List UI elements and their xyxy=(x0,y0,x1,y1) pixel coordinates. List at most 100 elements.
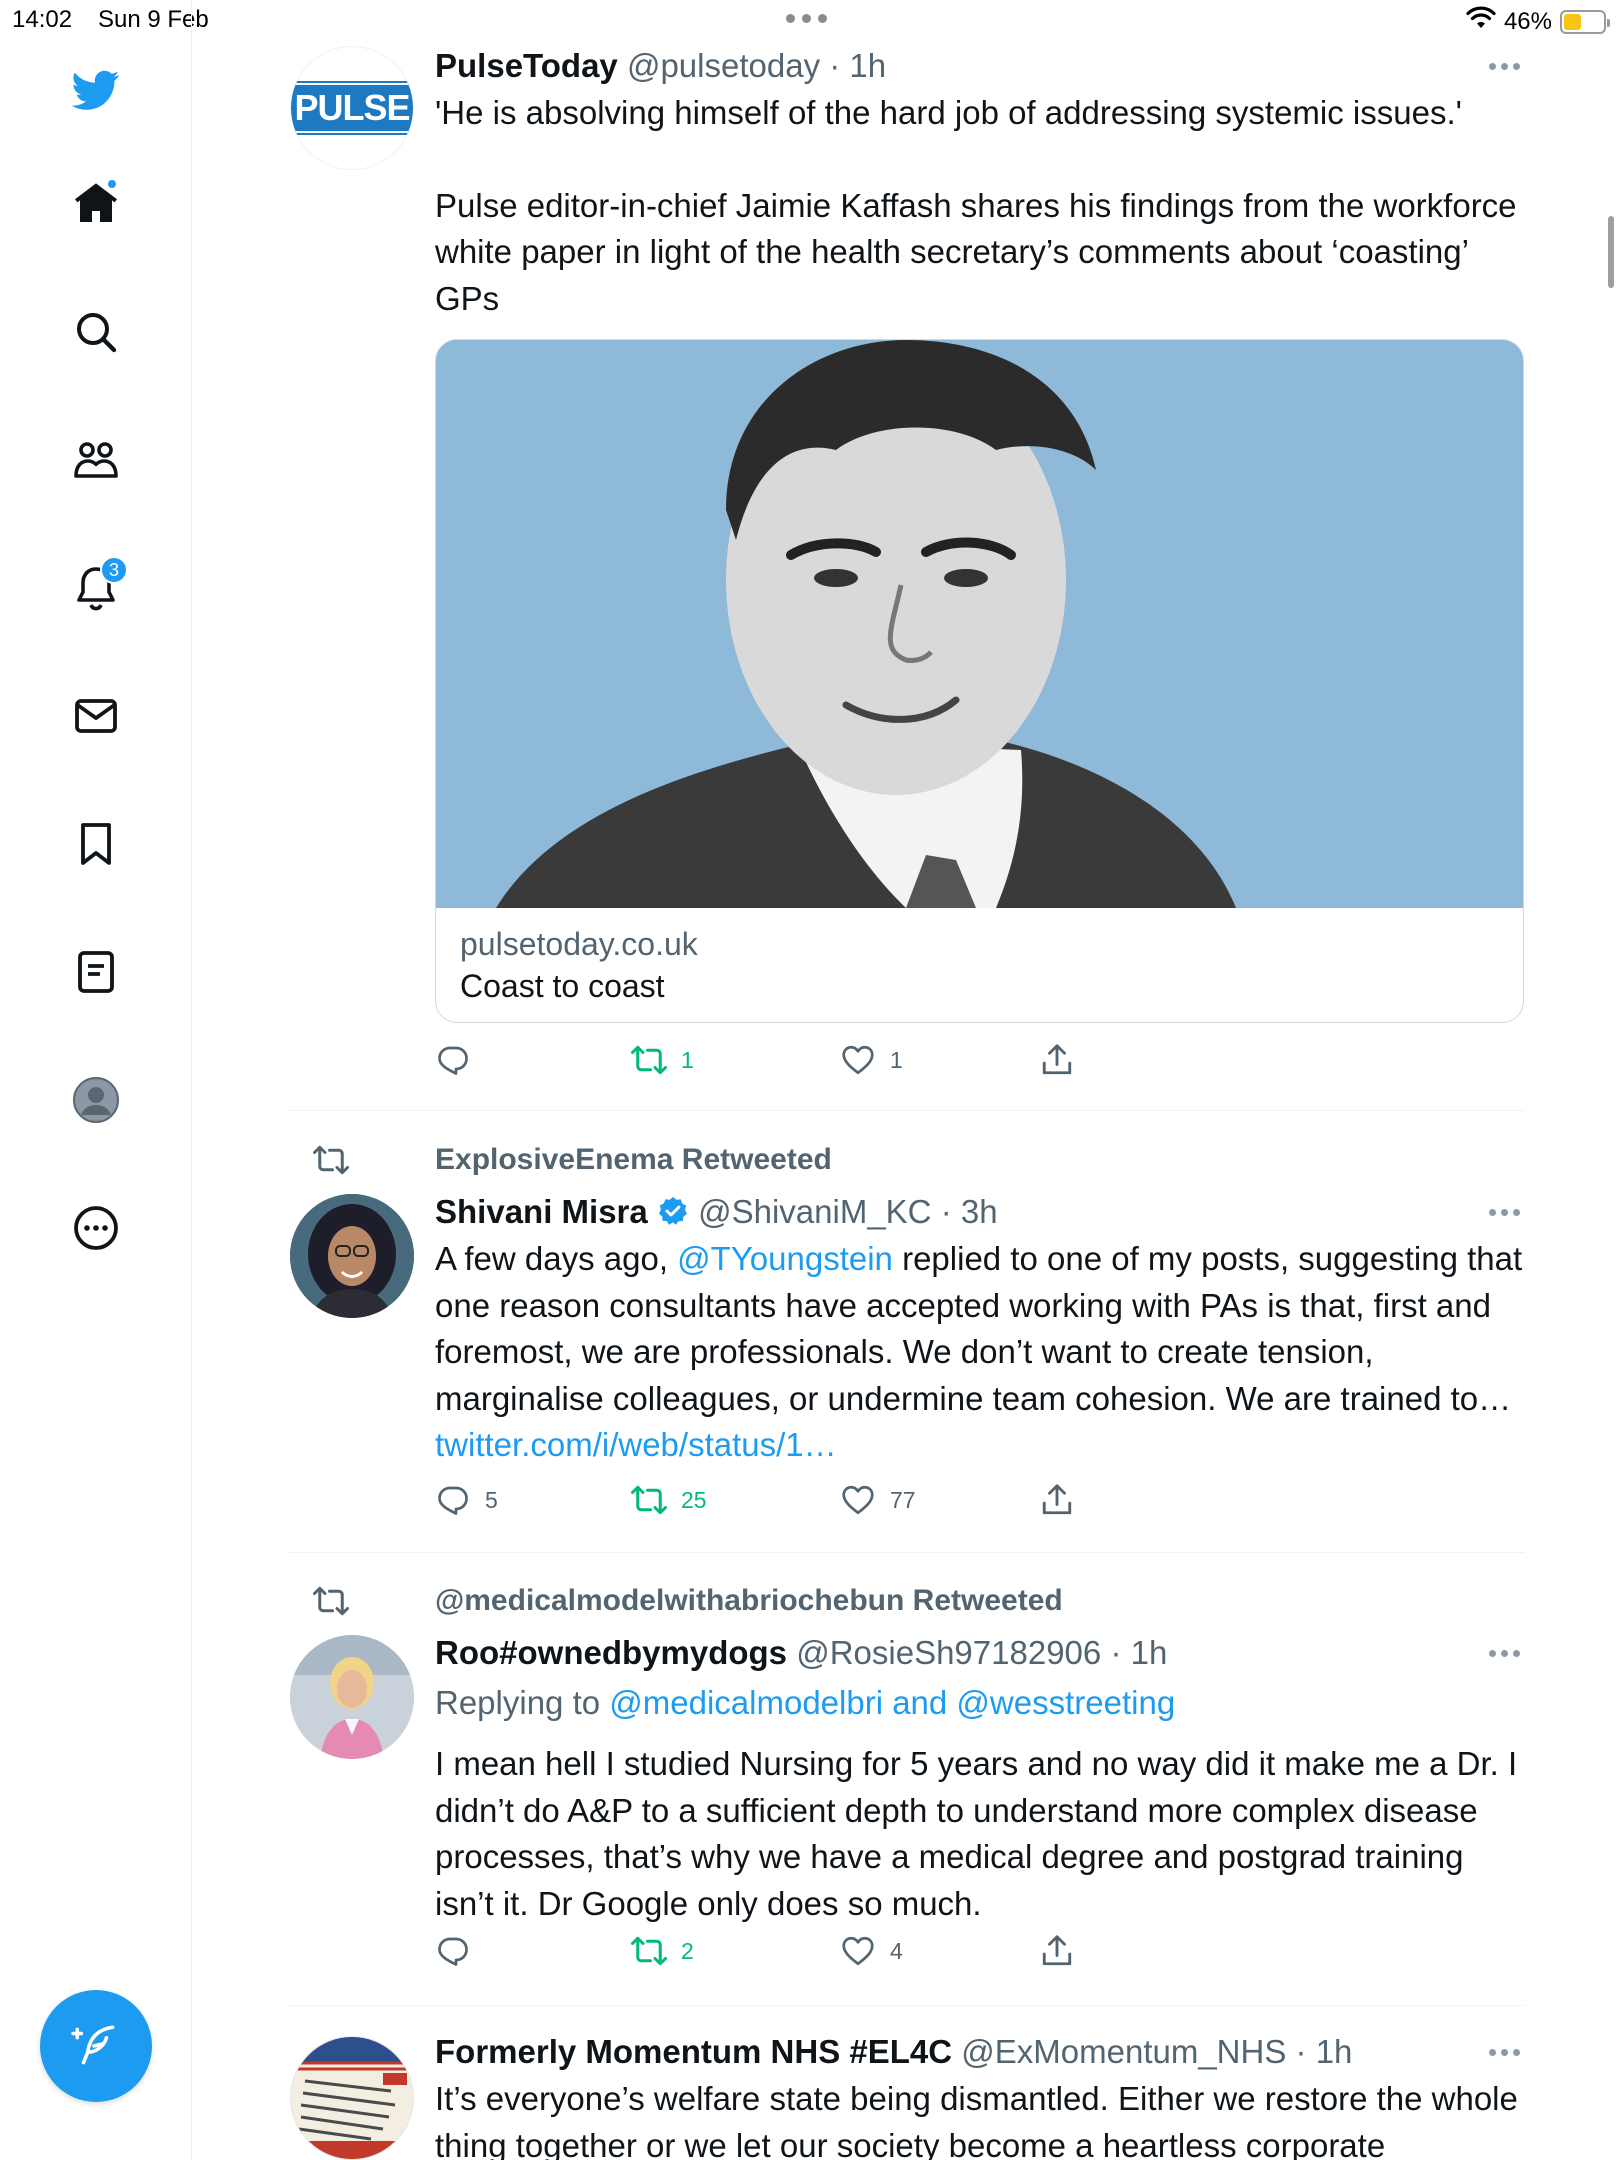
like-count: 1 xyxy=(890,1046,903,1073)
link-card[interactable]: pulsetoday.co.uk Coast to coast xyxy=(435,339,1524,1023)
more-options-icon[interactable] xyxy=(66,1198,126,1258)
tweet-text: Pulse editor-in-chief Jaimie Kaffash sha… xyxy=(435,186,1517,317)
timestamp[interactable]: · 1h xyxy=(1110,1634,1167,1671)
timestamp[interactable]: · 1h xyxy=(829,47,886,84)
wifi-icon xyxy=(1466,6,1496,37)
username[interactable]: @ExMomentum_NHS xyxy=(961,2033,1286,2070)
status-link[interactable]: twitter.com/i/web/status/1… xyxy=(435,1426,837,1463)
display-name[interactable]: Roo#ownedbymydogs xyxy=(435,1634,787,1671)
like-count: 4 xyxy=(890,1937,903,1964)
avatar[interactable] xyxy=(290,1635,414,1759)
lists-icon[interactable] xyxy=(66,942,126,1002)
reply-button[interactable] xyxy=(435,1933,485,1969)
timestamp[interactable]: · 1h xyxy=(1296,2033,1353,2070)
retweet-button[interactable]: 2 xyxy=(631,1933,694,1969)
retweet-button[interactable]: 25 xyxy=(631,1482,707,1518)
retweet-button[interactable]: 1 xyxy=(631,1042,694,1078)
share-icon xyxy=(1042,1044,1072,1075)
retweet-small-icon xyxy=(313,1145,349,1175)
share-button[interactable] xyxy=(1039,1933,1075,1969)
reply-icon xyxy=(438,1486,468,1515)
battery-percent: 46% xyxy=(1503,7,1552,35)
retweet-count: 1 xyxy=(681,1046,694,1073)
reply-count: 5 xyxy=(485,1486,498,1513)
replying-to: Replying to @medicalmodelbri and @wesstr… xyxy=(435,1681,1524,1725)
timestamp[interactable]: · 3h xyxy=(941,1193,998,1230)
display-name[interactable]: Formerly Momentum NHS #EL4C xyxy=(435,2033,952,2070)
share-icon xyxy=(1042,1935,1072,1966)
communities-icon[interactable] xyxy=(66,430,126,490)
tweet-text: 'He is absolving himself of the hard job… xyxy=(435,94,1462,131)
retweet-context: ExplosiveEnema Retweeted xyxy=(313,1140,832,1180)
feather-icon xyxy=(71,2025,115,2065)
avatar[interactable] xyxy=(290,1194,414,1318)
retweet-icon xyxy=(631,1485,667,1515)
share-button[interactable] xyxy=(1039,1042,1075,1078)
tweet-text: I mean hell I studied Nursing for 5 year… xyxy=(435,1745,1518,1922)
mention-link[interactable]: @TYoungstein xyxy=(677,1240,893,1277)
tweet-text-part: A few days ago, xyxy=(435,1240,678,1277)
display-name[interactable]: Shivani Misra xyxy=(435,1193,648,1230)
avatar[interactable] xyxy=(290,2036,414,2160)
battery-icon xyxy=(1560,9,1610,34)
tweet-divider xyxy=(290,1110,1524,1111)
status-bar: 14:02 Sun 9 Feb 46% xyxy=(0,0,1620,40)
reply-icon xyxy=(438,1937,468,1966)
tweet-actions: 1 1 xyxy=(435,1042,1155,1082)
messages-envelope-icon[interactable] xyxy=(66,686,126,746)
avatar-logo-text: PULSE xyxy=(291,81,413,135)
heart-icon xyxy=(842,1485,874,1515)
retweeted-by-text[interactable]: @medicalmodelwithabriochebun Retweeted xyxy=(435,1584,1063,1617)
reply-button[interactable] xyxy=(435,1042,485,1078)
avatar-photo xyxy=(290,1635,414,1759)
home-icon[interactable] xyxy=(66,174,126,234)
share-button[interactable] xyxy=(1039,1482,1075,1518)
retweeted-by-text[interactable]: ExplosiveEnema Retweeted xyxy=(435,1143,832,1176)
replying-to-link[interactable]: @medicalmodelbri and @wesstreeting xyxy=(609,1684,1175,1721)
username[interactable]: @ShivaniM_KC xyxy=(698,1193,931,1230)
search-icon[interactable] xyxy=(66,302,126,362)
profile-avatar-icon[interactable] xyxy=(66,1070,126,1130)
share-icon xyxy=(1042,1484,1072,1515)
heart-icon xyxy=(842,1936,874,1966)
verified-badge-icon xyxy=(658,1197,687,1225)
display-name[interactable]: PulseToday xyxy=(435,47,618,84)
more-menu-icon[interactable] xyxy=(1484,46,1524,86)
card-title: Coast to coast xyxy=(460,968,665,1004)
replying-label: Replying to xyxy=(435,1684,610,1721)
retweet-small-icon xyxy=(313,1586,349,1616)
more-menu-icon[interactable] xyxy=(1484,1192,1524,1232)
tweet-text: A few days ago, @TYoungstein replied to … xyxy=(435,1236,1524,1469)
tweet-header: Roo#ownedbymydogs @RosieSh97182906 · 1h xyxy=(435,1631,1524,1675)
like-button[interactable]: 4 xyxy=(840,1933,903,1969)
tweet-actions: 5 25 77 xyxy=(435,1482,1155,1522)
reply-icon xyxy=(438,1046,468,1075)
twitter-logo-icon[interactable] xyxy=(66,60,126,120)
tweet-text: It’s everyone’s welfare state being dism… xyxy=(435,2080,1518,2160)
retweet-count: 25 xyxy=(681,1486,707,1513)
tweet-actions: 2 4 xyxy=(435,1933,1155,1973)
username[interactable]: @RosieSh97182906 xyxy=(796,1634,1101,1671)
sidebar: 3 xyxy=(0,0,192,2160)
bookmarks-icon[interactable] xyxy=(66,814,126,874)
multitasking-dots-icon[interactable] xyxy=(786,14,827,23)
scrollbar-thumb[interactable] xyxy=(1608,216,1614,288)
avatar[interactable]: PULSE xyxy=(290,46,414,170)
card-domain: pulsetoday.co.uk xyxy=(460,926,698,962)
retweet-context: @medicalmodelwithabriochebun Retweeted xyxy=(313,1581,1063,1621)
notifications-bell-icon[interactable]: 3 xyxy=(66,556,128,618)
more-menu-icon[interactable] xyxy=(1484,2032,1524,2072)
more-menu-icon[interactable] xyxy=(1484,1633,1524,1673)
like-button[interactable]: 77 xyxy=(840,1482,916,1518)
like-button[interactable]: 1 xyxy=(840,1042,903,1078)
heart-icon xyxy=(842,1045,874,1075)
compose-tweet-button[interactable] xyxy=(40,1990,152,2102)
username[interactable]: @pulsetoday xyxy=(627,47,820,84)
notifications-badge: 3 xyxy=(100,556,128,584)
retweet-count: 2 xyxy=(681,1937,694,1964)
retweet-icon xyxy=(631,1045,667,1075)
avatar-photo xyxy=(290,1194,414,1318)
portrait-illustration xyxy=(436,340,1523,908)
tweet-divider xyxy=(290,1552,1524,1553)
reply-button[interactable]: 5 xyxy=(435,1482,498,1518)
